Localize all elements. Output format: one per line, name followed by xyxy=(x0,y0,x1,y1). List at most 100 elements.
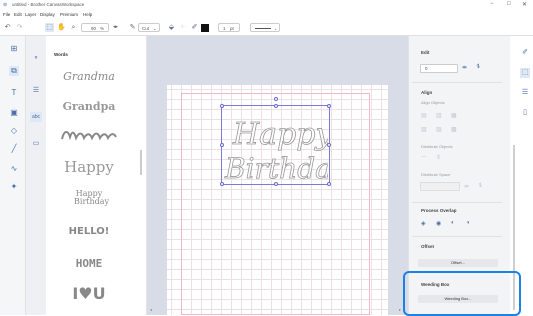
offset-title: Offset xyxy=(421,244,435,249)
flip-horizontal-icon[interactable]: ⇹ xyxy=(462,64,467,71)
scroll-left-icon[interactable]: ◂ xyxy=(150,307,152,312)
category-shapes-icon[interactable]: ⚬ xyxy=(30,54,42,64)
menu-layer[interactable]: Layer xyxy=(25,12,36,17)
align-bottom-icon[interactable]: ▩ xyxy=(451,126,457,133)
zoom-icon[interactable]: ⌕ xyxy=(69,23,78,32)
category-frames-icon[interactable]: ▭ xyxy=(30,139,42,149)
category-strip: ⚬ ☰ abc ▭ xyxy=(26,36,46,315)
chevron-down-icon: ⌄ xyxy=(153,25,157,31)
word-item-i-love-u[interactable]: I♥U xyxy=(54,284,124,303)
chevron-down-icon: ⌄ xyxy=(274,25,278,31)
edit-panel-title: Edit xyxy=(421,50,430,55)
redo-icon[interactable]: ↷ xyxy=(15,23,24,32)
close-button[interactable]: ✕ xyxy=(522,1,527,8)
pen-color-icon[interactable]: ✐ xyxy=(190,23,199,32)
design-text-line-1: Happy xyxy=(232,117,328,152)
design-text-line-2: Birthday xyxy=(224,152,328,184)
pattern-icon[interactable]: ⁘ xyxy=(178,23,187,32)
merge-icon[interactable]: ◉ xyxy=(436,220,441,227)
canvas-scrollbar[interactable]: ◂ ▸ xyxy=(150,307,405,313)
toolbar: ↶ ↷ ⬚ ✋ ⌕ 90 % ◂▸ ✎ Cut ⌄ ⬙ ⁘ ✐ 1 pt ⌄ xyxy=(0,19,533,36)
curve-tool-icon[interactable]: ∿ xyxy=(9,164,19,174)
maximize-button[interactable]: □ xyxy=(507,1,511,7)
line-style-preview xyxy=(255,27,271,29)
shapes-icon[interactable]: ⊞ xyxy=(9,44,19,54)
word-item-happy[interactable]: Happy xyxy=(54,158,124,176)
space-horizontal-icon[interactable]: ⇹ xyxy=(464,183,469,190)
space-field[interactable] xyxy=(420,182,460,191)
cut-mode-icon[interactable]: ✎ xyxy=(128,23,137,32)
mode-select[interactable]: Cut ⌄ xyxy=(138,23,160,32)
zoom-select[interactable]: 90 % xyxy=(81,23,109,32)
align-right-icon[interactable]: ▦ xyxy=(451,112,457,119)
space-vertical-icon[interactable]: ⥮ xyxy=(478,183,482,190)
align-left-icon[interactable]: ▤ xyxy=(421,112,427,119)
shape-tool-icon[interactable]: ◇ xyxy=(9,126,19,136)
select-tool-icon[interactable]: ⬚ xyxy=(45,23,54,32)
align-objects-label: Align Objects xyxy=(421,100,445,105)
minimize-button[interactable]: − xyxy=(490,1,494,7)
menu-display[interactable]: Display xyxy=(40,12,55,17)
rotate-handle[interactable] xyxy=(274,97,278,101)
flip-vertical-icon[interactable]: ⥮ xyxy=(476,64,480,71)
resize-handle[interactable] xyxy=(274,103,278,108)
line-tool-icon[interactable]: ╱ xyxy=(9,144,19,154)
happy-birthday-design[interactable]: Happy Birthday xyxy=(223,108,350,186)
divider xyxy=(412,82,502,83)
color-swatch[interactable] xyxy=(201,23,209,32)
subtract-icon[interactable]: ◐ xyxy=(451,220,455,226)
align-top-icon[interactable]: ▧ xyxy=(421,126,427,133)
script-word-image xyxy=(61,131,117,141)
object-icon[interactable]: ⬚ xyxy=(520,68,530,78)
menu-premium[interactable]: Premium xyxy=(60,12,78,17)
scroll-right-icon[interactable]: ▸ xyxy=(399,307,401,312)
pattern-library-icon[interactable]: ⧉ xyxy=(9,66,19,76)
word-item-happy-birthday[interactable]: Happy Birthday xyxy=(54,190,124,206)
app-icon: ⊚ xyxy=(3,2,8,8)
zoom-value: 90 xyxy=(91,25,97,31)
layers-icon[interactable]: ☰ xyxy=(520,88,530,98)
node-tool-icon[interactable]: ✦ xyxy=(9,182,19,192)
words-scrollbar[interactable] xyxy=(140,150,142,175)
line-style-select[interactable]: ⌄ xyxy=(250,23,280,32)
distribute-horizontal-icon[interactable]: ⇔ xyxy=(421,154,427,160)
offset-button[interactable]: Offset... xyxy=(418,259,498,267)
word-item-script[interactable] xyxy=(54,128,124,142)
rotation-field[interactable]: 0 xyxy=(420,64,458,73)
menu-edit[interactable]: Edit xyxy=(14,12,22,17)
mode-value: Cut xyxy=(142,25,150,31)
edit-tool-icon[interactable]: ✐ xyxy=(520,48,530,58)
page-icon[interactable]: ▯ xyxy=(520,108,530,118)
category-words-icon[interactable]: abc xyxy=(30,112,42,122)
line-width-select[interactable]: 1 pt xyxy=(218,23,240,32)
distribute-objects-label: Distribute Objects xyxy=(421,144,453,149)
line-width-unit: pt xyxy=(230,25,234,31)
zoom-stepper-icon[interactable]: ◂▸ xyxy=(111,23,120,32)
resize-handle[interactable] xyxy=(327,103,331,108)
weld-icon[interactable]: ◈ xyxy=(421,220,426,227)
text-tool-icon[interactable]: T xyxy=(9,88,19,98)
align-middle-icon[interactable]: ▨ xyxy=(436,126,442,133)
menu-help[interactable]: Help xyxy=(83,12,92,17)
word-item-grandma[interactable]: Grandma xyxy=(54,70,124,83)
hand-tool-icon[interactable]: ✋ xyxy=(57,23,66,32)
intersect-icon[interactable]: ◑ xyxy=(466,220,470,226)
zoom-unit: % xyxy=(100,25,105,31)
fill-icon[interactable]: ⬙ xyxy=(167,23,176,32)
undo-icon[interactable]: ↶ xyxy=(3,23,12,32)
align-title: Align xyxy=(421,90,433,95)
word-item-hello[interactable]: HELLO! xyxy=(54,226,124,237)
word-item-grandpa[interactable]: Grandpa xyxy=(54,100,124,113)
word-item-home[interactable]: HOME xyxy=(54,257,124,270)
resize-handle[interactable] xyxy=(219,103,224,108)
category-lines-icon[interactable]: ☰ xyxy=(30,86,42,96)
divider xyxy=(412,202,502,203)
rotation-value: 0 xyxy=(425,66,428,71)
title-bar: ⊚ untitled - Brother CanvasWorkspace − □… xyxy=(0,0,533,10)
image-trace-icon[interactable]: ▣ xyxy=(9,108,19,118)
distribute-vertical-icon[interactable]: ⇕ xyxy=(436,154,441,161)
align-center-icon[interactable]: ▥ xyxy=(436,112,442,119)
distribute-space-label: Distribute Space xyxy=(421,172,451,177)
left-toolbar: ⊞ ⧉ T ▣ ◇ ╱ ∿ ✦ xyxy=(0,36,26,315)
menu-file[interactable]: File xyxy=(3,12,10,17)
